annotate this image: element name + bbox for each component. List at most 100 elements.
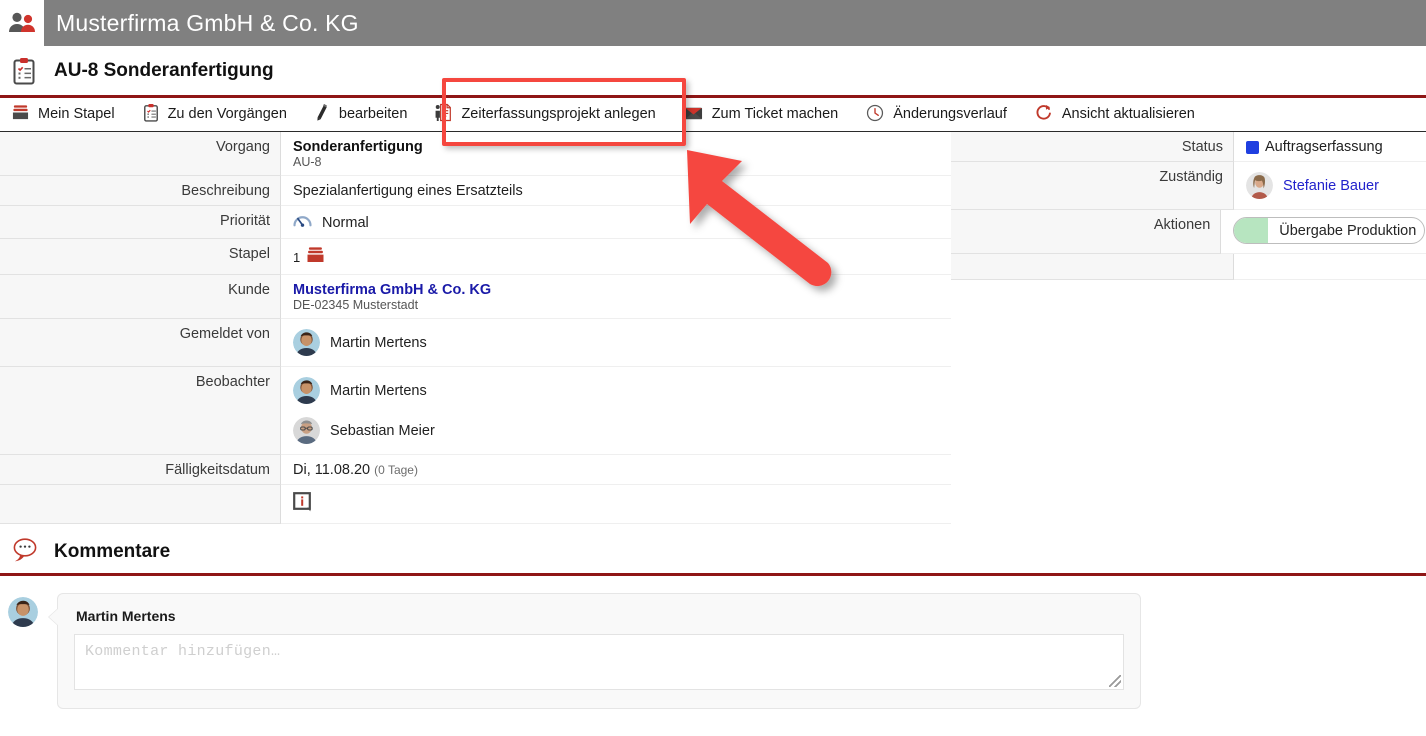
comment-card: Martin Mertens Kommentar hinzufügen… <box>57 593 1141 709</box>
action-button-label: Übergabe Produktion <box>1268 223 1425 239</box>
kunde-link[interactable]: Musterfirma GmbH & Co. KG <box>293 282 941 298</box>
clock-icon <box>866 104 884 126</box>
detail-label: Zuständig <box>951 162 1234 210</box>
toolbar-label: bearbeiten <box>339 107 408 122</box>
detail-value: Musterfirma GmbH & Co. KG DE-02345 Muste… <box>281 275 951 319</box>
detail-row-vorgang: Vorgang Sonderanfertigung AU-8 <box>0 132 951 176</box>
vorgang-key: AU-8 <box>293 155 941 169</box>
uebergabe-produktion-button[interactable]: Übergabe Produktion <box>1233 217 1425 244</box>
details-left-column: Vorgang Sonderanfertigung AU-8 Beschreib… <box>0 132 951 524</box>
top-bar: Musterfirma GmbH & Co. KG <box>0 0 1426 46</box>
toolbar-label: Ansicht aktualisieren <box>1062 107 1195 122</box>
clipboard-icon <box>143 103 159 126</box>
detail-value: Stefanie Bauer <box>1234 162 1426 210</box>
detail-label: Status <box>951 132 1234 162</box>
comment-placeholder: Kommentar hinzufügen… <box>85 643 280 660</box>
person-name[interactable]: Stefanie Bauer <box>1283 178 1379 194</box>
person-name: Sebastian Meier <box>330 423 435 439</box>
detail-row-kunde: Kunde Musterfirma GmbH & Co. KG DE-02345… <box>0 275 951 319</box>
detail-value: 1 <box>281 239 951 275</box>
toolbar-item-zeiterfassungsprojekt-anlegen[interactable]: Zeiterfassungsprojekt anlegen <box>421 98 669 132</box>
avatar <box>293 417 320 444</box>
detail-row-beobachter: Beobachter Martin Mertens <box>0 367 951 455</box>
detail-value: Sonderanfertigung AU-8 <box>281 132 951 176</box>
comment-author: Martin Mertens <box>76 608 1124 624</box>
person-entry[interactable]: Martin Mertens <box>293 329 941 356</box>
page-header: AU-8 Sonderanfertigung <box>0 46 1426 95</box>
detail-value <box>281 485 951 524</box>
person-entry[interactable]: Stefanie Bauer <box>1246 172 1416 199</box>
due-date-note: (0 Tage) <box>374 463 418 477</box>
detail-label: Priorität <box>0 206 281 239</box>
detail-row-zustaendig: Zuständig Stefanie Bauer <box>951 162 1426 210</box>
detail-row-prioritaet: Priorität Normal <box>0 206 951 239</box>
action-color-swatch <box>1234 218 1268 243</box>
detail-row-right-filler <box>951 254 1426 280</box>
comments-header: Kommentare <box>0 531 1426 576</box>
company-name: Musterfirma GmbH & Co. KG <box>56 0 359 46</box>
detail-value: Übergabe Produktion <box>1221 210 1426 254</box>
detail-value: Martin Mertens <box>281 319 951 367</box>
speech-bubble-icon <box>12 537 40 568</box>
prioritaet-value: Normal <box>322 215 369 231</box>
clipboard-icon <box>12 57 36 90</box>
detail-label: Beobachter <box>0 367 281 455</box>
toolbar-item-ansicht-aktualisieren[interactable]: Ansicht aktualisieren <box>1021 98 1209 132</box>
person-entry[interactable]: Martin Mertens <box>293 377 941 404</box>
vorgang-title: Sonderanfertigung <box>293 139 941 155</box>
detail-label: Fälligkeitsdatum <box>0 455 281 485</box>
gauge-icon <box>293 213 312 232</box>
avatar <box>293 329 320 356</box>
detail-label: Aktionen <box>951 210 1221 254</box>
person-entry[interactable]: Sebastian Meier <box>293 417 941 444</box>
status-color-chip <box>1246 141 1259 154</box>
toolbar-item-bearbeiten[interactable]: bearbeiten <box>301 98 422 132</box>
action-toolbar: Mein Stapel Zu den Vorgängen <box>0 95 1426 132</box>
comments-title: Kommentare <box>54 541 170 563</box>
toolbar-label: Zum Ticket machen <box>712 107 839 122</box>
detail-label: Stapel <box>0 239 281 275</box>
info-bubble-icon[interactable] <box>293 501 313 517</box>
detail-label-empty <box>951 254 1234 280</box>
detail-value: Normal <box>281 206 951 239</box>
detail-row-faelligkeitsdatum: Fälligkeitsdatum Di, 11.08.20 (0 Tage) <box>0 455 951 485</box>
comment-composer: Martin Mertens Kommentar hinzufügen… <box>0 593 1426 709</box>
detail-row-info <box>0 485 951 524</box>
toolbar-label: Änderungsverlauf <box>893 107 1007 122</box>
time-document-icon <box>435 103 452 126</box>
person-name: Martin Mertens <box>330 383 427 399</box>
detail-label: Gemeldet von <box>0 319 281 367</box>
refresh-icon <box>1035 103 1053 126</box>
stack-tray-icon <box>12 104 29 125</box>
detail-label: Kunde <box>0 275 281 319</box>
details-right-column: Status Auftragserfassung Zuständig <box>951 132 1426 280</box>
two-users-icon <box>0 0 44 46</box>
detail-row-beschreibung: Beschreibung Spezialanfertigung eines Er… <box>0 176 951 206</box>
detail-label: Vorgang <box>0 132 281 176</box>
avatar <box>293 377 320 404</box>
detail-value: Spezialanfertigung eines Ersatzteils <box>281 176 951 206</box>
details-section: Vorgang Sonderanfertigung AU-8 Beschreib… <box>0 132 1426 526</box>
toolbar-item-zu-den-vorgaengen[interactable]: Zu den Vorgängen <box>129 98 301 132</box>
detail-row-status: Status Auftragserfassung <box>951 132 1426 162</box>
toolbar-label: Zeiterfassungsprojekt anlegen <box>461 107 655 122</box>
toolbar-label: Mein Stapel <box>38 107 115 122</box>
resize-handle[interactable] <box>1109 675 1121 687</box>
avatar <box>1246 172 1273 199</box>
person-name: Martin Mertens <box>330 335 427 351</box>
status-badge: Auftragserfassung <box>1265 139 1383 155</box>
app-root: Musterfirma GmbH & Co. KG AU-8 Sonderanf… <box>0 0 1426 736</box>
page-title: AU-8 Sonderanfertigung <box>54 46 274 95</box>
detail-row-aktionen: Aktionen Übergabe Produktion <box>951 210 1426 254</box>
toolbar-item-zum-ticket-machen[interactable]: Zum Ticket machen <box>670 98 853 132</box>
stack-tray-icon[interactable] <box>306 246 325 268</box>
detail-value: Auftragserfassung <box>1234 132 1426 162</box>
detail-label: Beschreibung <box>0 176 281 206</box>
detail-value-empty <box>1234 254 1426 280</box>
detail-row-gemeldet-von: Gemeldet von Martin Mertens <box>0 319 951 367</box>
pencil-icon <box>315 104 330 126</box>
detail-label-empty <box>0 485 281 524</box>
toolbar-item-aenderungsverlauf[interactable]: Änderungsverlauf <box>852 98 1021 132</box>
comment-input[interactable]: Kommentar hinzufügen… <box>74 634 1124 690</box>
toolbar-item-mein-stapel[interactable]: Mein Stapel <box>0 98 129 132</box>
